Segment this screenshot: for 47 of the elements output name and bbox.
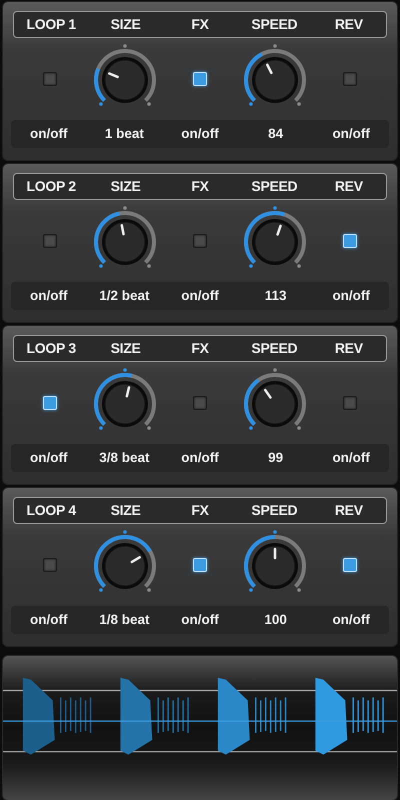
value-label: 84 bbox=[267, 124, 284, 143]
header-label: SPEED bbox=[250, 177, 298, 196]
toggle-checkbox[interactable] bbox=[342, 396, 357, 410]
value-label: on/off bbox=[331, 124, 371, 143]
header-label: REV bbox=[334, 177, 364, 196]
value-label: 1 beat bbox=[104, 124, 145, 143]
toggle-checkbox[interactable] bbox=[192, 396, 207, 410]
value-label: on/off bbox=[180, 448, 220, 467]
header-label: SIZE bbox=[110, 501, 142, 520]
header-label: FX bbox=[190, 339, 210, 358]
header-label: LOOP 1 bbox=[26, 15, 77, 34]
value-label: 3/8 beat bbox=[98, 448, 151, 467]
value-label: 99 bbox=[267, 448, 284, 467]
toggle-checkbox[interactable] bbox=[192, 234, 207, 248]
header-label: LOOP 2 bbox=[26, 177, 77, 196]
value-label: on/off bbox=[331, 286, 371, 305]
header-label: REV bbox=[334, 339, 364, 358]
value-label: on/off bbox=[29, 448, 69, 467]
header-label: SIZE bbox=[110, 177, 142, 196]
toggle-checkbox[interactable] bbox=[43, 558, 58, 572]
value-label: on/off bbox=[29, 610, 69, 629]
value-label: on/off bbox=[331, 610, 371, 629]
header-label: FX bbox=[190, 15, 210, 34]
header-label: FX bbox=[190, 501, 210, 520]
value-label: on/off bbox=[180, 286, 220, 305]
header-label: SIZE bbox=[110, 15, 142, 34]
value-label: on/off bbox=[331, 448, 371, 467]
value-label: on/off bbox=[29, 286, 69, 305]
value-label: 1/8 beat bbox=[98, 610, 151, 629]
header-label: REV bbox=[334, 15, 364, 34]
header-label: REV bbox=[334, 501, 364, 520]
value-label: 1/2 beat bbox=[98, 286, 151, 305]
value-label: on/off bbox=[180, 610, 220, 629]
header-label: SPEED bbox=[250, 501, 298, 520]
value-label: 100 bbox=[263, 610, 288, 629]
header-label: SPEED bbox=[250, 15, 298, 34]
value-label: on/off bbox=[29, 124, 69, 143]
toggle-checkbox[interactable] bbox=[43, 72, 58, 86]
header-label: LOOP 3 bbox=[26, 339, 77, 358]
toggle-checkbox[interactable] bbox=[342, 72, 357, 86]
header-label: SPEED bbox=[250, 339, 298, 358]
value-label: 113 bbox=[264, 286, 288, 305]
header-label: SIZE bbox=[110, 339, 142, 358]
toggle-checkbox[interactable] bbox=[43, 234, 58, 248]
value-label: on/off bbox=[180, 124, 220, 143]
header-label: LOOP 4 bbox=[26, 501, 78, 520]
header-label: FX bbox=[190, 177, 210, 196]
